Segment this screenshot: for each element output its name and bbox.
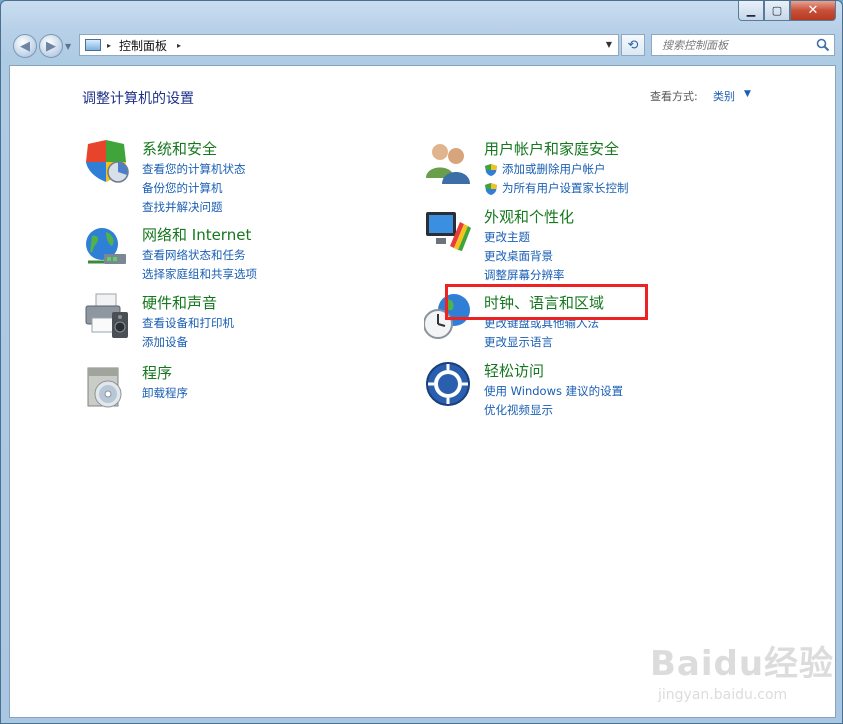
link-optimize-video-display[interactable]: 优化视频显示 [484,401,623,420]
search-icon[interactable] [816,38,830,52]
link-network-status[interactable]: 查看网络状态和任务 [142,246,257,265]
watermark-sub: jingyan.baidu.com [658,687,788,703]
minimize-button[interactable]: ▁ [738,1,764,21]
link-adjust-resolution[interactable]: 调整屏幕分辨率 [484,266,565,285]
link-backup-computer[interactable]: 备份您的计算机 [142,179,246,198]
link-label: 添加或删除用户帐户 [502,162,606,176]
chevron-down-icon[interactable]: ▼ [744,89,751,99]
category-title[interactable]: 用户帐户和家庭安全 [484,138,619,159]
close-button[interactable]: ✕ [790,1,836,21]
navigation-bar: ◀ ▶ ▼ ▸ 控制面板 ▸ ▼ ⟲ 搜索控制面板 [1,29,842,63]
uac-shield-icon [485,163,497,176]
security-shield-icon[interactable] [82,138,130,186]
link-add-device[interactable]: 添加设备 [142,333,234,352]
back-arrow-icon: ◀ [20,38,30,54]
link-homegroup-sharing[interactable]: 选择家庭组和共享选项 [142,265,257,284]
address-dropdown-icon[interactable]: ▼ [606,40,612,49]
forward-arrow-icon: ▶ [46,38,56,54]
highlight-annotation-box [445,284,648,320]
breadcrumb-separator[interactable]: ▸ [177,41,181,50]
breadcrumb-separator[interactable]: ▸ [107,41,111,50]
view-by-dropdown[interactable]: 类别 [713,88,735,104]
refresh-icon: ⟲ [627,37,639,53]
ease-of-access-icon[interactable] [424,360,472,408]
breadcrumb-control-panel[interactable]: 控制面板 [119,37,167,54]
category-title[interactable]: 轻松访问 [484,360,544,381]
search-input[interactable]: 搜索控制面板 [651,34,835,56]
forward-button[interactable]: ▶ [39,34,63,58]
link-devices-printers[interactable]: 查看设备和打印机 [142,314,234,333]
programs-disc-icon[interactable] [82,362,130,410]
watermark-main: Baidu经验 [650,644,835,684]
title-bar[interactable]: ▁ ▢ ✕ [1,1,842,27]
link-change-theme[interactable]: 更改主题 [484,228,565,247]
control-panel-icon [85,39,101,51]
refresh-button[interactable]: ⟲ [621,34,645,56]
caption-buttons: ▁ ▢ ✕ [738,1,836,21]
uac-shield-icon [485,182,497,195]
link-change-display-language[interactable]: 更改显示语言 [484,333,599,352]
category-title[interactable]: 网络和 Internet [142,224,251,245]
baidu-watermark: Baidu经验 jingyan.baidu.com [650,636,834,703]
search-placeholder: 搜索控制面板 [662,39,728,52]
category-title[interactable]: 系统和安全 [142,138,217,159]
link-add-remove-accounts[interactable]: 添加或删除用户帐户 [484,160,629,179]
view-by-label: 查看方式: [650,90,698,103]
category-title[interactable]: 程序 [142,362,172,383]
content-pane: 调整计算机的设置 查看方式: 类别 ▼ 系统和安全 查看您的计算机状态 备份您的… [9,65,836,718]
printer-speaker-icon[interactable] [82,292,130,340]
category-title[interactable]: 外观和个性化 [484,206,574,227]
control-panel-window: ▁ ▢ ✕ ◀ ▶ ▼ ▸ 控制面板 ▸ ▼ ⟲ 搜索控制面板 调整计算机的设置… [0,0,843,724]
link-parental-controls[interactable]: 为所有用户设置家长控制 [484,179,629,198]
network-globe-icon[interactable] [82,224,130,272]
link-troubleshoot[interactable]: 查找并解决问题 [142,198,246,217]
back-button[interactable]: ◀ [13,34,37,58]
page-title: 调整计算机的设置 [82,91,194,107]
monitor-palette-icon[interactable] [424,206,472,254]
link-check-computer-status[interactable]: 查看您的计算机状态 [142,160,246,179]
link-label: 为所有用户设置家长控制 [502,181,629,195]
address-bar[interactable]: ▸ 控制面板 ▸ ▼ [79,34,619,56]
link-change-desktop-background[interactable]: 更改桌面背景 [484,247,565,266]
link-uninstall-program[interactable]: 卸载程序 [142,384,188,403]
link-windows-recommended-settings[interactable]: 使用 Windows 建议的设置 [484,382,623,401]
category-title[interactable]: 硬件和声音 [142,292,217,313]
maximize-button[interactable]: ▢ [764,1,790,21]
recent-pages-dropdown[interactable]: ▼ [65,42,71,51]
users-icon[interactable] [424,138,472,186]
